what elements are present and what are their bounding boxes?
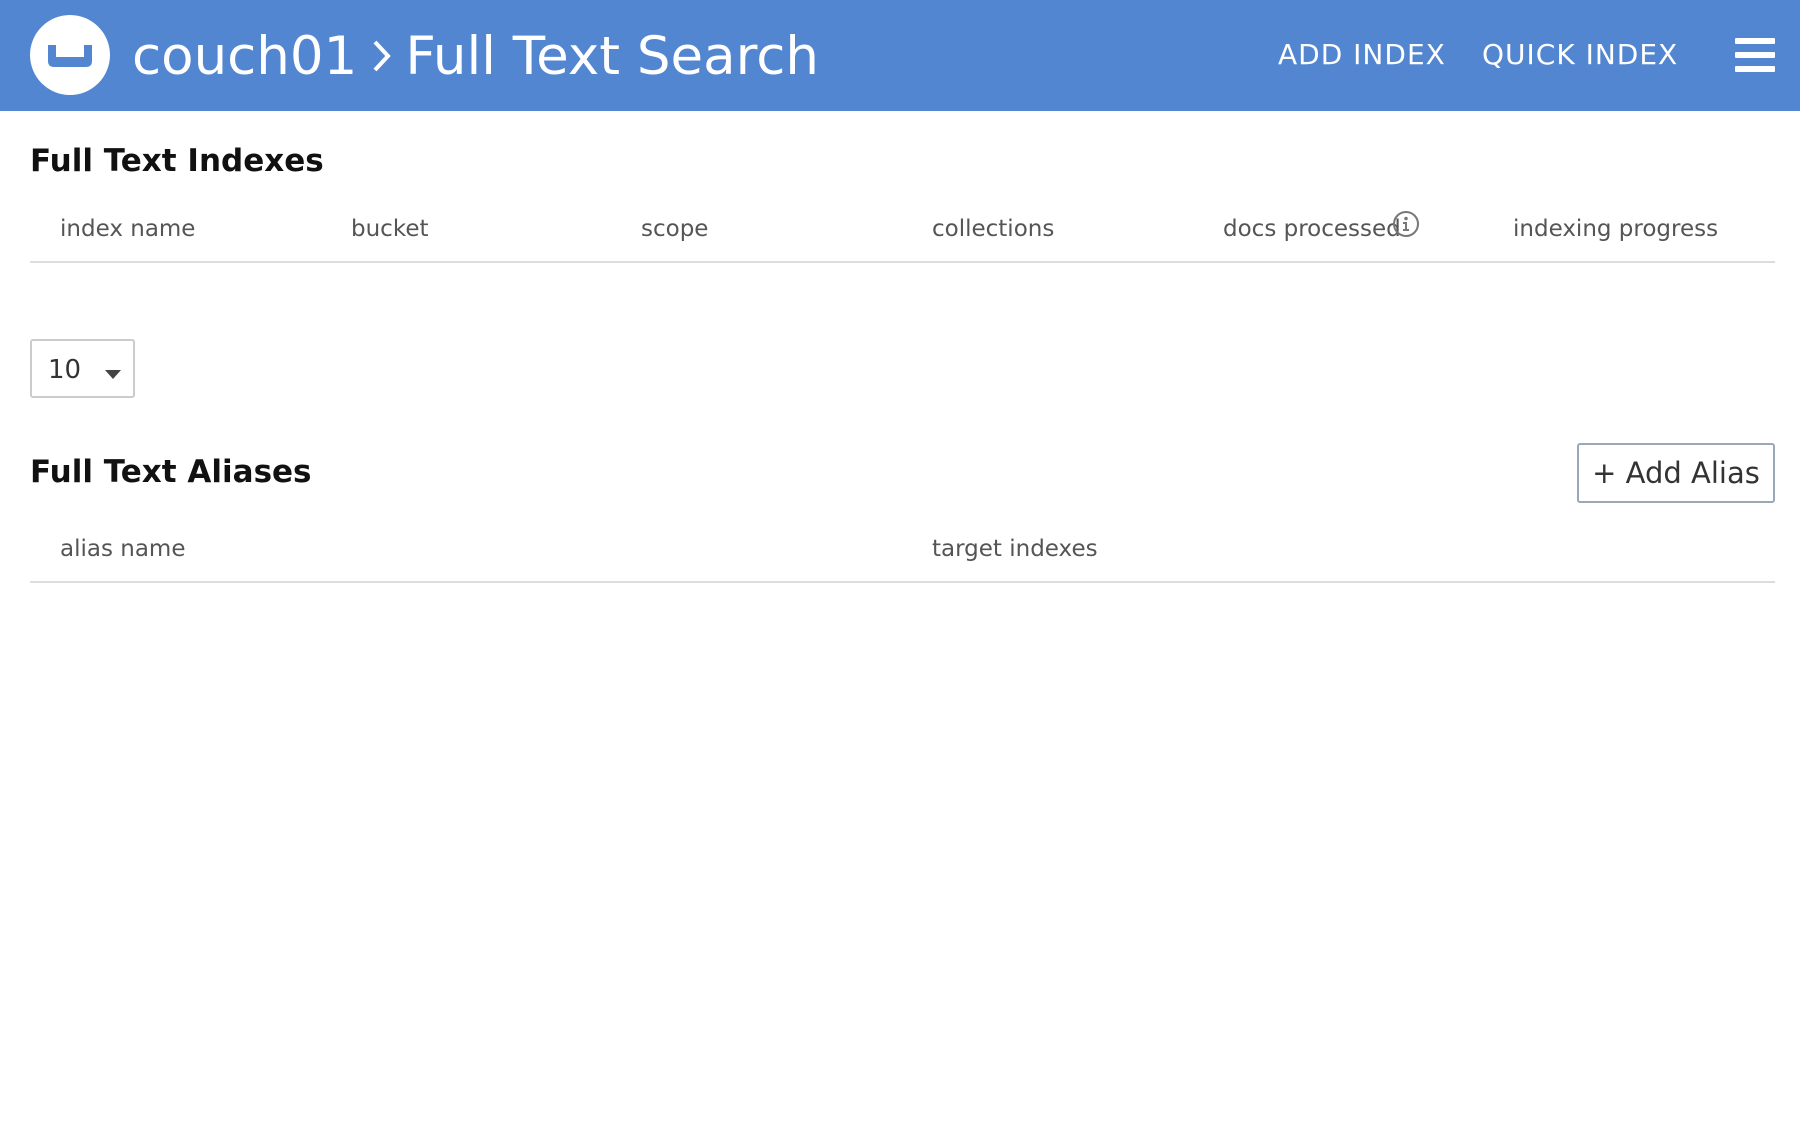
column-header-target-indexes[interactable]: target indexes: [932, 536, 1098, 562]
indexes-section-title: Full Text Indexes: [30, 143, 324, 179]
aliases-table-divider: [30, 581, 1775, 583]
add-index-link[interactable]: ADD INDEX: [1278, 34, 1446, 76]
column-header-docs-processed[interactable]: docs processed: [1223, 216, 1401, 242]
page-size-value: 10: [48, 355, 82, 385]
column-header-scope[interactable]: scope: [641, 216, 708, 242]
info-icon[interactable]: [1392, 210, 1420, 238]
breadcrumb-cluster[interactable]: couch01: [132, 26, 357, 87]
column-header-index-name[interactable]: index name: [60, 216, 195, 242]
column-header-collections[interactable]: collections: [932, 216, 1054, 242]
add-alias-button[interactable]: + Add Alias: [1577, 443, 1775, 503]
page-size-select[interactable]: 10: [30, 339, 135, 398]
column-header-bucket[interactable]: bucket: [351, 216, 429, 242]
breadcrumb: couch01 Full Text Search: [132, 20, 819, 92]
app-header: couch01 Full Text Search ADD INDEX QUICK…: [0, 0, 1800, 111]
page-title: Full Text Search: [405, 25, 819, 87]
caret-down-icon: [105, 365, 121, 384]
couchbase-logo-icon[interactable]: [30, 15, 110, 95]
aliases-section-title: Full Text Aliases: [30, 454, 312, 490]
chevron-right-icon: [371, 38, 393, 74]
indexes-table-divider: [30, 261, 1775, 263]
hamburger-menu-icon[interactable]: [1735, 38, 1775, 72]
column-header-indexing-progress[interactable]: indexing progress: [1513, 216, 1718, 242]
column-header-alias-name[interactable]: alias name: [60, 536, 186, 562]
quick-index-link[interactable]: QUICK INDEX: [1482, 34, 1678, 76]
